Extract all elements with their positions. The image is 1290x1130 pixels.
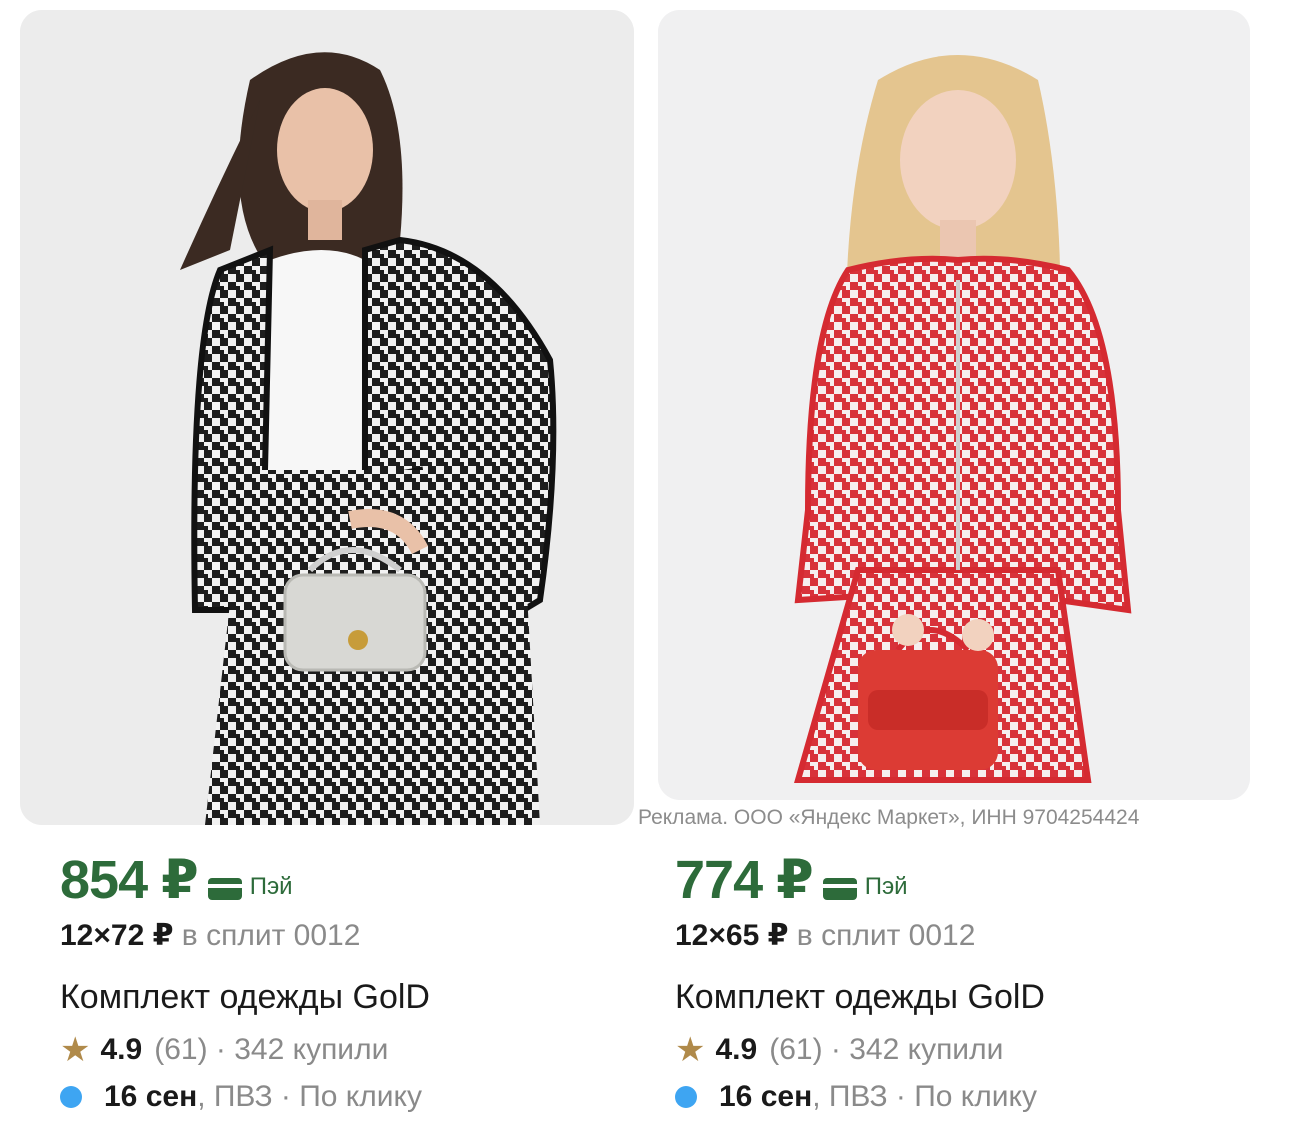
product-image-1[interactable]	[20, 10, 634, 825]
delivery-row: 16 сен, ПВЗ · По клику	[60, 1080, 422, 1114]
rating-row: ★ 4.9 (61) · 342 купили	[60, 1033, 388, 1067]
product-image-2[interactable]	[658, 10, 1250, 800]
pay-badge: Пэй	[822, 873, 908, 901]
rating-meta: (61) · 342 купили	[769, 1033, 1004, 1066]
card-icon	[822, 878, 857, 900]
ad-disclaimer: Реклама. ООО «Яндекс Маркет», ИНН 970425…	[638, 806, 1140, 829]
pay-label: Пэй	[249, 873, 293, 900]
split-text: в сплит 0012	[788, 919, 976, 952]
price-row: 774 ₽ Пэй	[675, 848, 908, 911]
dot-icon	[60, 1086, 82, 1108]
product-title[interactable]: Комплект одежды GolD	[675, 978, 1045, 1017]
delivery-meta: , ПВЗ · По клику	[812, 1080, 1037, 1113]
pay-badge: Пэй	[207, 873, 293, 901]
delivery-meta: , ПВЗ · По клику	[197, 1080, 422, 1113]
dot-icon	[675, 1086, 697, 1108]
star-icon: ★	[675, 1031, 706, 1069]
split-text: в сплит 0012	[173, 919, 361, 952]
pay-label: Пэй	[864, 873, 908, 900]
delivery-date: 16 сен	[719, 1080, 813, 1113]
product-card-1[interactable]: 854 ₽ Пэй 12×72 ₽ в сплит 0012 Комплект …	[20, 0, 640, 1130]
price: 774 ₽	[675, 850, 814, 910]
product-title[interactable]: Комплект одежды GolD	[60, 978, 430, 1017]
rating-meta: (61) · 342 купили	[154, 1033, 389, 1066]
product-card-2[interactable]: 774 ₽ Пэй 12×65 ₽ в сплит 0012 Комплект …	[655, 0, 1275, 1130]
rating-value: 4.9	[715, 1033, 758, 1066]
price: 854 ₽	[60, 850, 199, 910]
rating-row: ★ 4.9 (61) · 342 купили	[675, 1033, 1003, 1067]
card-icon	[207, 878, 242, 900]
split-payment: 12×65 ₽ в сплит 0012	[675, 918, 975, 953]
star-icon: ★	[60, 1031, 91, 1069]
split-amount: 12×72 ₽	[60, 919, 174, 952]
split-amount: 12×65 ₽	[675, 919, 789, 952]
delivery-row: 16 сен, ПВЗ · По клику	[675, 1080, 1037, 1114]
rating-value: 4.9	[100, 1033, 143, 1066]
split-payment: 12×72 ₽ в сплит 0012	[60, 918, 360, 953]
delivery-date: 16 сен	[104, 1080, 198, 1113]
price-row: 854 ₽ Пэй	[60, 848, 293, 911]
